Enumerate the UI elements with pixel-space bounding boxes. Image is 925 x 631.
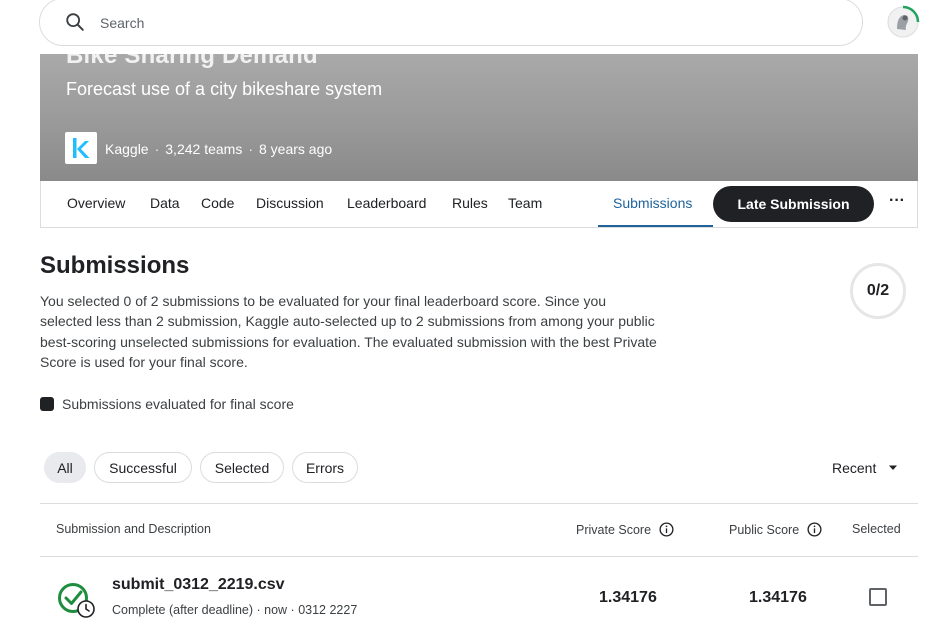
competition-subtitle: Forecast use of a city bikeshare system: [66, 79, 383, 99]
kaggle-logo-icon: [65, 132, 97, 164]
submission-meta: Complete (after deadline) · now · 0312 2…: [112, 603, 358, 617]
more-options-icon[interactable]: ···: [886, 191, 908, 215]
tab-overview[interactable]: Overview: [67, 195, 125, 211]
tab-code[interactable]: Code: [201, 195, 234, 211]
divider: [40, 556, 918, 557]
filter-chip-errors[interactable]: Errors: [292, 452, 358, 483]
search-icon[interactable]: [64, 11, 86, 33]
column-header-private-label: Private Score: [576, 522, 652, 537]
submissions-description: You selected 0 of 2 submissions to be ev…: [40, 293, 657, 370]
search-bar: [39, 0, 863, 46]
competition-meta: Kaggle · 3,242 teams · 8 years ago: [105, 141, 332, 157]
column-header-public-score: Public Score: [729, 522, 822, 537]
info-icon[interactable]: [659, 522, 674, 537]
filter-chip-successful[interactable]: Successful: [94, 452, 192, 483]
tab-discussion[interactable]: Discussion: [256, 195, 324, 211]
competition-title: Bike Sharing Demand: [66, 54, 318, 69]
submission-file-name[interactable]: submit_0312_2219.csv: [112, 576, 285, 594]
tab-leaderboard[interactable]: Leaderboard: [347, 195, 426, 211]
filter-chip-selected[interactable]: Selected: [200, 452, 284, 483]
legend: Submissions evaluated for final score: [40, 396, 294, 412]
meta-separator: ·: [154, 141, 160, 157]
competition-age: 8 years ago: [259, 141, 333, 157]
tab-rules[interactable]: Rules: [452, 195, 488, 211]
tab-submissions[interactable]: Submissions: [613, 195, 692, 211]
column-header-selected-label: Selected: [852, 522, 901, 536]
public-score-value: 1.34176: [749, 589, 807, 606]
teams-count: 3,242 teams: [165, 141, 243, 157]
info-icon[interactable]: [807, 522, 822, 537]
tab-data[interactable]: Data: [150, 195, 180, 211]
caret-down-icon: [889, 465, 898, 470]
column-header-selected: Selected: [852, 522, 901, 536]
tab-team[interactable]: Team: [508, 195, 542, 211]
divider: [40, 503, 918, 504]
search-input[interactable]: [100, 11, 800, 35]
column-header-submission: Submission and Description: [56, 522, 211, 536]
page-title: Submissions: [40, 252, 190, 279]
select-checkbox[interactable]: [869, 588, 887, 606]
filter-chip-all[interactable]: All: [44, 452, 86, 483]
competition-banner: Bike Sharing Demand Forecast use of a ci…: [40, 54, 918, 181]
legend-label: Submissions evaluated for final score: [62, 396, 294, 412]
sort-label: Recent: [832, 460, 877, 476]
competition-tabs: Overview Data Code Discussion Leaderboar…: [40, 181, 918, 228]
meta-separator: ·: [248, 141, 253, 157]
legend-swatch: [40, 397, 54, 411]
host-name[interactable]: Kaggle: [105, 141, 149, 157]
private-score-value: 1.34176: [599, 589, 657, 606]
column-header-private-score: Private Score: [576, 522, 674, 537]
active-tab-indicator: [598, 225, 713, 227]
selected-count-ring: 0/2: [850, 263, 906, 319]
column-header-public-label: Public Score: [729, 522, 800, 537]
user-avatar[interactable]: [886, 5, 920, 39]
column-header-submission-label: Submission and Description: [56, 522, 211, 536]
sort-dropdown[interactable]: Recent: [832, 460, 898, 476]
success-check-icon: [58, 583, 95, 618]
late-submission-button[interactable]: Late Submission: [713, 186, 874, 222]
